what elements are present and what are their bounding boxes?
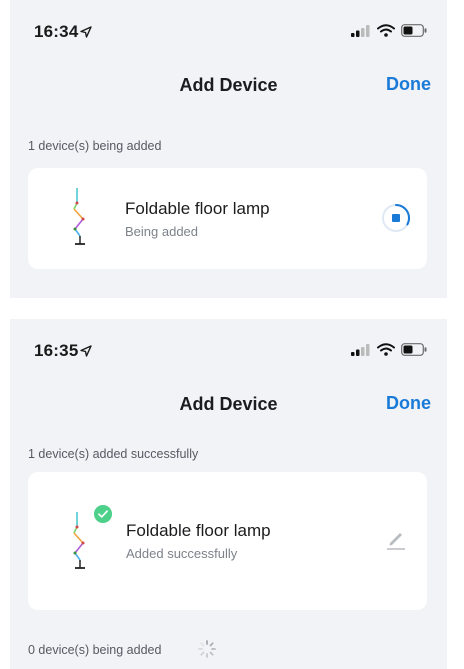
- status-time: 16:35: [34, 341, 93, 361]
- wifi-icon: [377, 24, 395, 37]
- time-text: 16:35: [34, 341, 79, 360]
- page-title: Add Device: [179, 75, 278, 95]
- device-card[interactable]: Foldable floor lamp Being added: [28, 168, 427, 269]
- lamp-icon: [73, 188, 85, 245]
- status-bar: 16:34: [10, 22, 447, 42]
- progress-icon: [382, 203, 410, 232]
- device-name: Foldable floor lamp: [126, 521, 271, 540]
- device-card[interactable]: Foldable floor lamp Added successfully: [28, 472, 427, 610]
- device-status: Being added: [125, 224, 199, 239]
- screen-adding: 16:34 Add Device Done 1 device(s) being …: [10, 0, 447, 298]
- time-text: 16:34: [34, 22, 79, 41]
- cellular-icon: [351, 343, 370, 356]
- screen-added: 16:35 Add Device Done 1 device(s) added …: [10, 319, 447, 669]
- check-icon: [92, 503, 114, 525]
- done-button[interactable]: Done: [386, 74, 431, 95]
- pending-count-label: 0 device(s) being added: [28, 643, 162, 657]
- battery-icon: [401, 343, 427, 356]
- done-button[interactable]: Done: [386, 393, 431, 414]
- device-status: Added successfully: [126, 546, 238, 561]
- adding-count-label: 1 device(s) being added: [28, 139, 162, 153]
- device-name: Foldable floor lamp: [125, 199, 270, 218]
- added-count-label: 1 device(s) added successfully: [28, 447, 199, 461]
- status-icons: [351, 343, 427, 356]
- location-arrow-icon: [80, 26, 93, 38]
- wifi-icon: [377, 343, 395, 356]
- status-bar: 16:35: [10, 341, 447, 361]
- location-arrow-icon: [80, 345, 93, 357]
- cellular-icon: [351, 24, 370, 37]
- page-title: Add Device: [179, 394, 278, 414]
- status-time: 16:34: [34, 22, 93, 42]
- status-icons: [351, 24, 427, 37]
- spinner-icon: [198, 640, 216, 658]
- lamp-icon: [73, 512, 85, 569]
- battery-icon: [401, 24, 427, 37]
- edit-icon[interactable]: [386, 529, 406, 551]
